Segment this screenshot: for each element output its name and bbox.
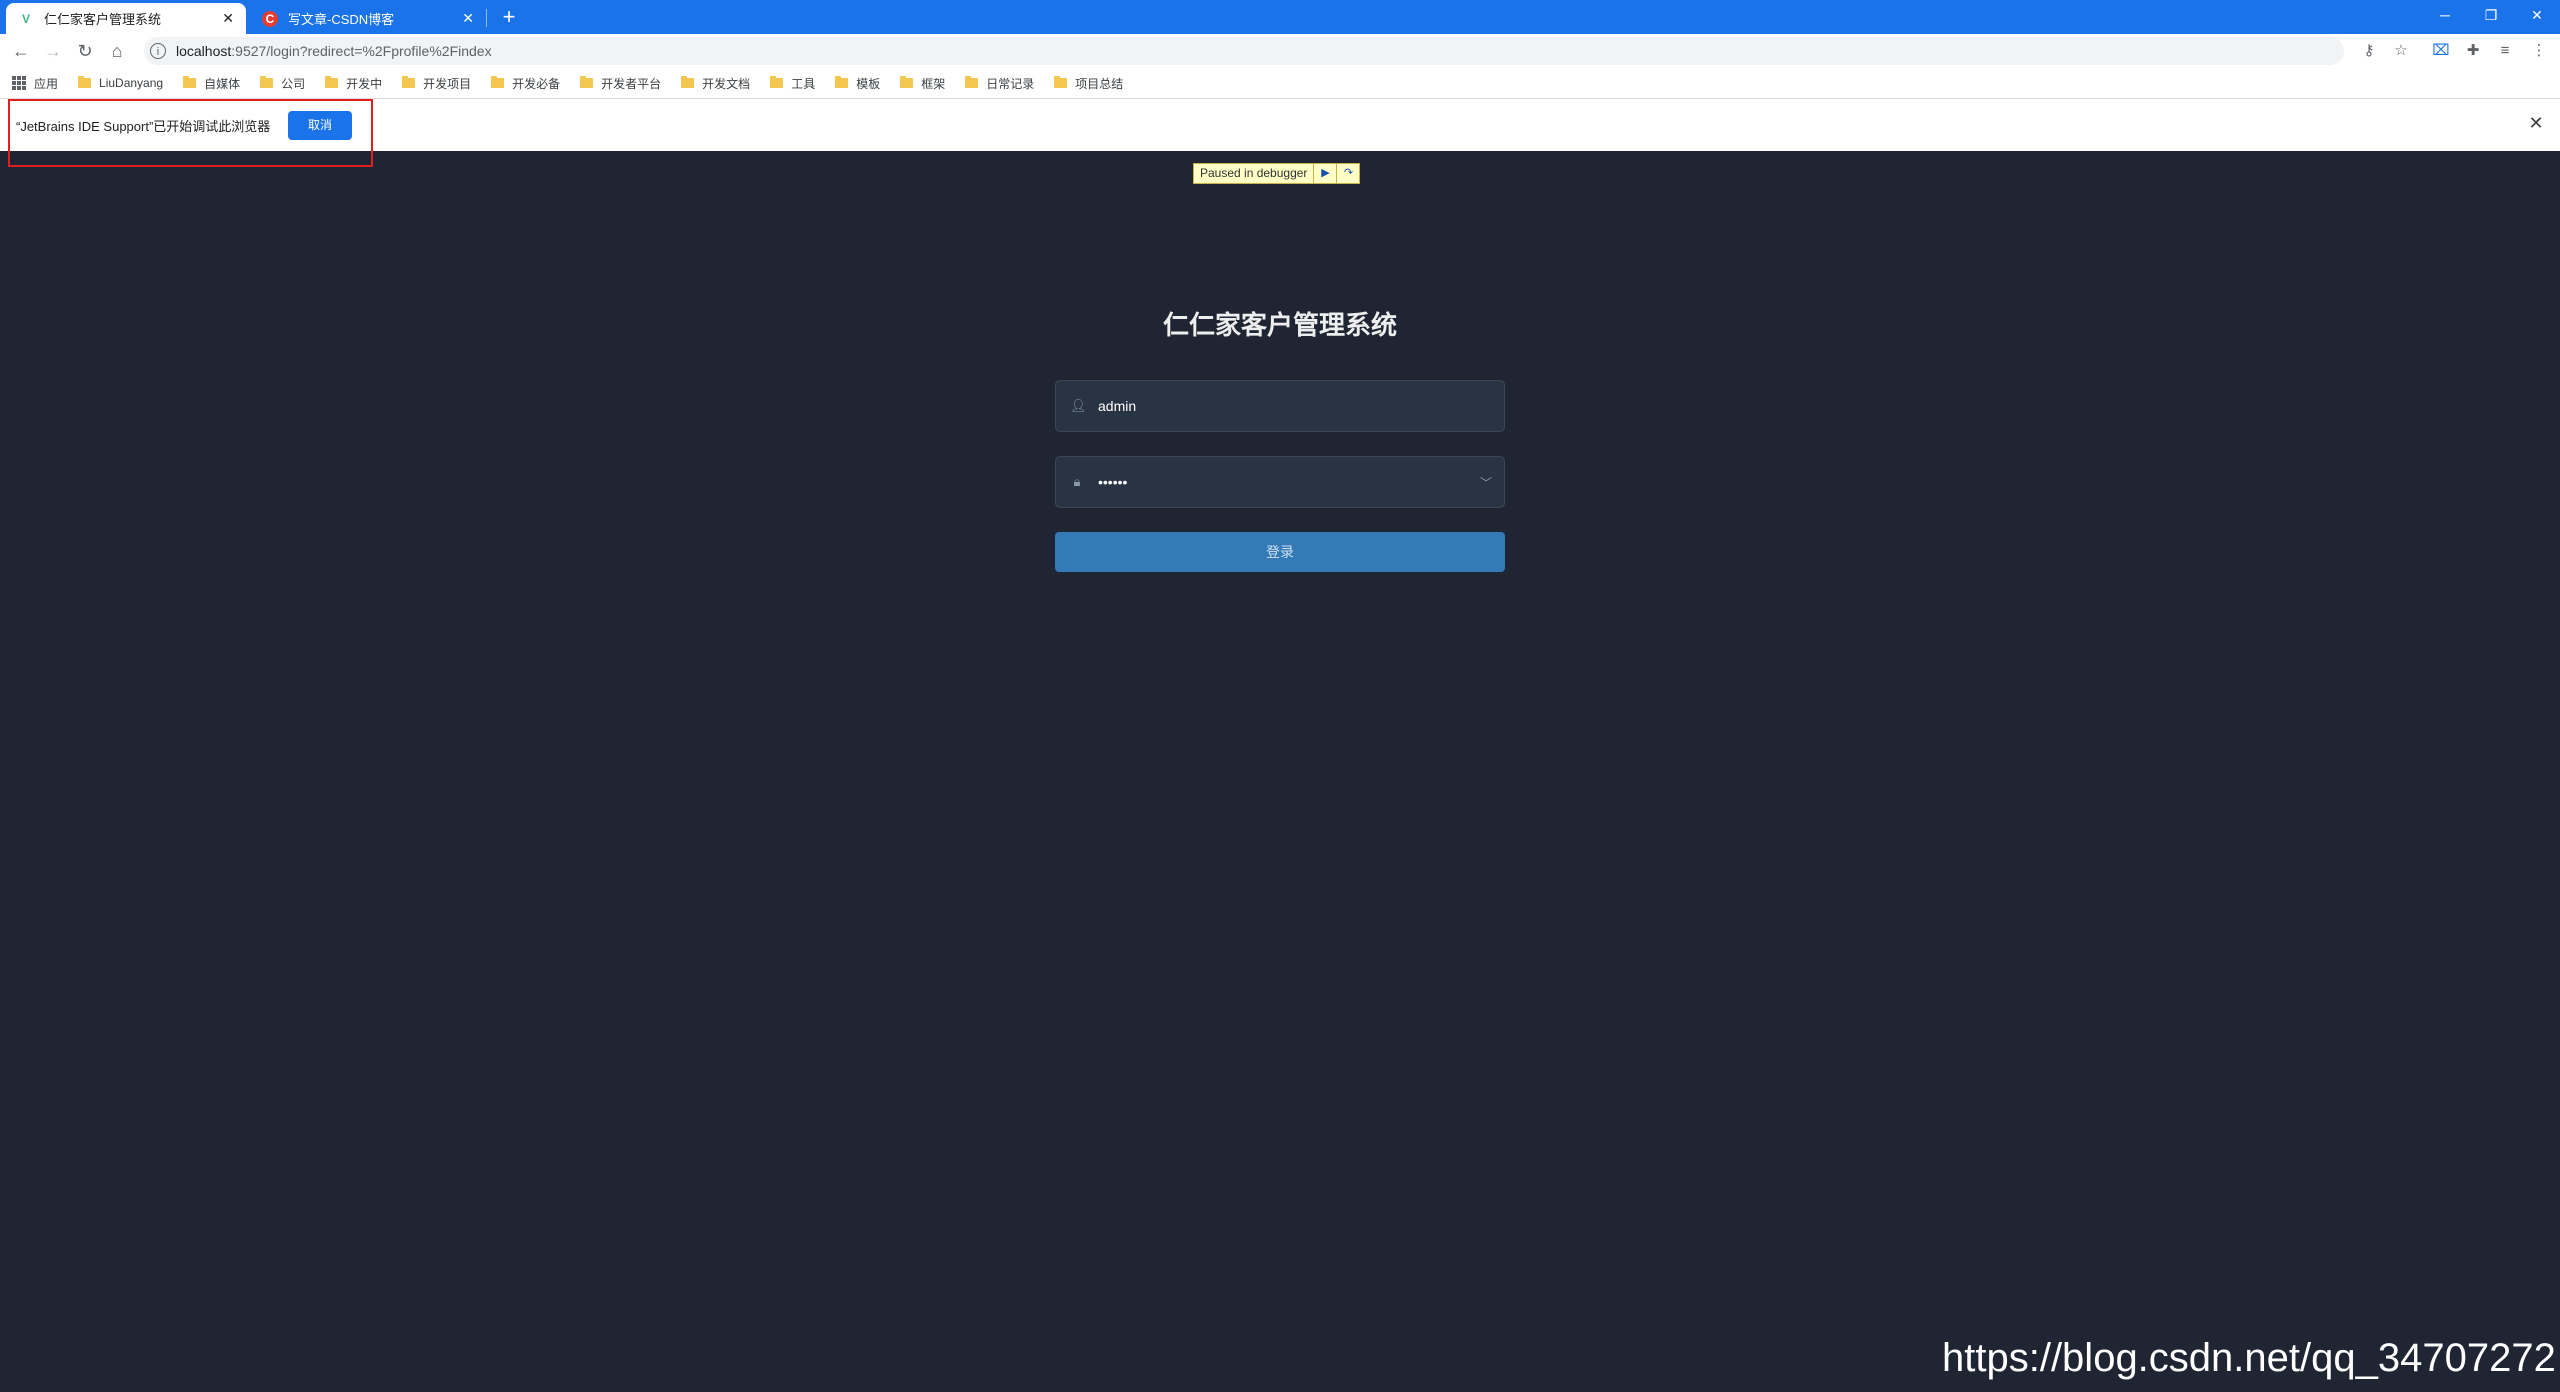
step-over-icon[interactable]: ↷ xyxy=(1336,164,1359,183)
reload-button[interactable]: ↻ xyxy=(72,38,98,64)
bookmark-folder[interactable]: 项目总结 xyxy=(1054,75,1123,92)
new-tab-button[interactable]: + xyxy=(496,4,522,30)
vue-logo-icon: V xyxy=(21,11,30,26)
tab-csdn[interactable]: C 写文章-CSDN博客 ✕ xyxy=(250,3,486,34)
eye-icon[interactable]: ﹀ xyxy=(1480,474,1492,491)
user-icon: 👤︎ xyxy=(1070,398,1087,413)
bookmarks-bar: 应用 LiuDanyang 自媒体 公司 开发中 开发项目 开发必备 开发者平台… xyxy=(0,68,2560,98)
debugger-overlay: Paused in debugger ▶︎ ↷ xyxy=(1193,163,1361,184)
bookmark-label: 自媒体 xyxy=(204,76,241,91)
username-field[interactable]: 👤︎ admin xyxy=(1055,380,1505,432)
restore-button[interactable]: ❐ xyxy=(2468,0,2514,30)
translate-icon[interactable]: ⌧ xyxy=(2428,38,2454,64)
bookmark-folder[interactable]: 模板 xyxy=(835,75,880,92)
bookmark-label: 开发必备 xyxy=(512,76,561,91)
close-icon[interactable]: ✕ xyxy=(2526,113,2546,133)
minimize-button[interactable]: ─ xyxy=(2422,0,2468,30)
bookmark-label: 模板 xyxy=(856,76,881,91)
folder-icon xyxy=(78,76,92,88)
bookmark-folder[interactable]: 自媒体 xyxy=(183,75,240,92)
bookmark-folder[interactable]: 工具 xyxy=(770,75,815,92)
url-path: :9527/login?redirect=%2Fprofile%2Findex xyxy=(231,43,492,59)
bookmark-label: 开发项目 xyxy=(423,76,472,91)
folder-icon xyxy=(402,76,416,88)
debugging-infobar: “JetBrains IDE Support”已开始调试此浏览器 取消 ✕ xyxy=(0,98,2560,151)
debugger-label: Paused in debugger xyxy=(1200,166,1308,180)
login-title: 仁仁家客户管理系统 xyxy=(1162,310,1397,340)
password-value: •••••• xyxy=(1098,474,1128,490)
apps-grid-icon xyxy=(12,76,26,90)
bookmark-folder[interactable]: 框架 xyxy=(900,75,945,92)
folder-icon xyxy=(835,76,849,88)
folder-icon xyxy=(260,76,274,88)
resume-icon[interactable]: ▶︎ xyxy=(1313,164,1336,183)
bookmark-folder[interactable]: 开发项目 xyxy=(402,75,471,92)
tab-title: 写文章-CSDN博客 xyxy=(288,12,395,27)
back-button[interactable]: ← xyxy=(8,38,34,64)
key-icon[interactable]: ⚷ xyxy=(2356,38,2382,64)
bookmark-folder[interactable]: 开发中 xyxy=(325,75,382,92)
bookmark-label: 开发文档 xyxy=(702,76,751,91)
folder-icon xyxy=(681,76,695,88)
home-button[interactable]: ⌂ xyxy=(104,38,130,64)
bookmark-folder[interactable]: 开发必备 xyxy=(491,75,560,92)
media-icon[interactable]: ≡ xyxy=(2492,38,2518,64)
bookmark-label: 开发者平台 xyxy=(601,76,662,91)
folder-icon xyxy=(325,76,339,88)
close-icon[interactable]: ✕ xyxy=(222,10,234,27)
watermark-url: https://blog.csdn.net/qq_34707272 xyxy=(1942,1336,2556,1380)
folder-icon xyxy=(1054,76,1068,88)
tab-login-system[interactable]: V 仁仁家客户管理系统 ✕ xyxy=(6,3,246,34)
forward-button[interactable]: → xyxy=(40,38,66,64)
url-host: localhost xyxy=(176,43,232,59)
csdn-logo-icon: C xyxy=(262,10,278,27)
folder-icon xyxy=(183,76,197,88)
menu-icon[interactable]: ⋮ xyxy=(2526,38,2552,64)
bookmark-label: 项目总结 xyxy=(1075,76,1124,91)
tab-title: 仁仁家客户管理系统 xyxy=(44,12,162,27)
bookmark-label: 框架 xyxy=(921,76,946,91)
window-close-button[interactable]: ✕ xyxy=(2514,0,2560,30)
tab-strip: V 仁仁家客户管理系统 ✕ C 写文章-CSDN博客 ✕ + ─ ❐ ✕ xyxy=(0,0,2560,34)
folder-icon xyxy=(900,76,914,88)
bookmark-folder[interactable]: LiuDanyang xyxy=(78,76,163,90)
bookmark-folder[interactable]: 公司 xyxy=(260,75,305,92)
bookmark-apps[interactable]: 应用 xyxy=(12,75,58,92)
bookmark-folder[interactable]: 开发文档 xyxy=(681,75,750,92)
folder-icon xyxy=(580,76,594,88)
lock-icon: 🔒︎ xyxy=(1073,474,1081,489)
bookmark-label: 应用 xyxy=(34,76,59,91)
info-icon[interactable]: i xyxy=(150,43,166,59)
bookmark-label: 工具 xyxy=(791,76,816,91)
bookmark-folder[interactable]: 开发者平台 xyxy=(580,75,661,92)
extensions-icon[interactable]: ✚ xyxy=(2460,38,2486,64)
star-icon[interactable]: ☆ xyxy=(2388,38,2414,64)
username-value: admin xyxy=(1098,398,1137,414)
login-button[interactable]: 登录 xyxy=(1055,532,1505,572)
folder-icon xyxy=(491,76,505,88)
bookmark-label: 开发中 xyxy=(346,76,383,91)
bookmark-label: 公司 xyxy=(281,76,306,91)
password-field[interactable]: 🔒︎ •••••• ﹀ xyxy=(1055,456,1505,508)
close-icon[interactable]: ✕ xyxy=(462,10,474,27)
bookmark-folder[interactable]: 日常记录 xyxy=(965,75,1034,92)
tab-separator xyxy=(486,9,487,27)
address-url: localhost:9527/login?redirect=%2Fprofile… xyxy=(176,43,492,59)
highlight-annotation-box xyxy=(8,99,373,167)
address-bar[interactable]: i localhost:9527/login?redirect=%2Fprofi… xyxy=(144,37,2344,65)
bookmark-label: LiuDanyang xyxy=(99,76,164,90)
browser-toolbar: ← → ↻ ⌂ i localhost:9527/login?redirect=… xyxy=(0,34,2560,68)
folder-icon xyxy=(965,76,979,88)
folder-icon xyxy=(770,76,784,88)
bookmark-label: 日常记录 xyxy=(986,76,1035,91)
